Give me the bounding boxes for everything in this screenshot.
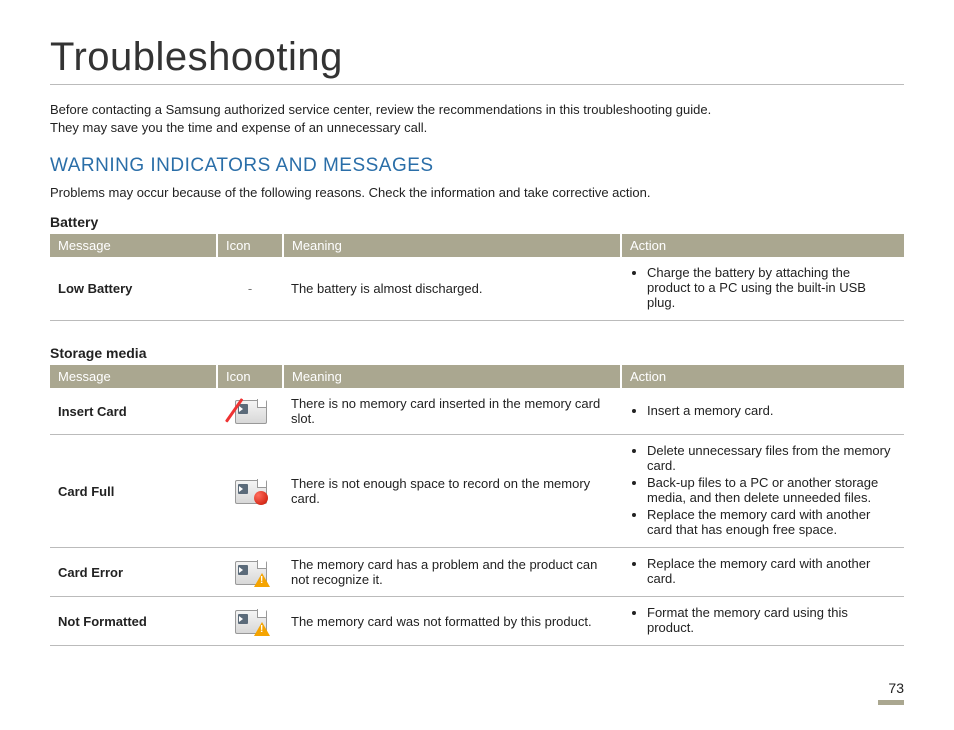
header-action: Action (621, 365, 904, 388)
action-item: Replace the memory card with another car… (647, 507, 896, 537)
cell-message: Card Full (50, 435, 217, 548)
cell-meaning: There is no memory card inserted in the … (283, 388, 621, 435)
cell-message: Insert Card (50, 388, 217, 435)
cell-action: Charge the battery by attaching the prod… (621, 257, 904, 321)
title-rule (50, 84, 904, 85)
cell-message: Low Battery (50, 257, 217, 321)
intro-text: Before contacting a Samsung authorized s… (50, 101, 904, 137)
section-heading: WARNING INDICATORS AND MESSAGES (50, 155, 904, 177)
cell-icon: - (217, 257, 283, 321)
sd-card-warn-icon (235, 610, 265, 632)
page-number-bar (878, 700, 904, 705)
cell-action: Insert a memory card. (621, 388, 904, 435)
header-message: Message (50, 365, 217, 388)
header-action: Action (621, 234, 904, 257)
cell-meaning: The memory card was not formatted by thi… (283, 597, 621, 646)
cell-icon (217, 548, 283, 597)
table-header-row: Message Icon Meaning Action (50, 365, 904, 388)
header-message: Message (50, 234, 217, 257)
cell-action: Replace the memory card with another car… (621, 548, 904, 597)
table-row: Card Error The memory card has a problem… (50, 548, 904, 597)
table-row: Insert Card There is no memory card inse… (50, 388, 904, 435)
sd-card-full-icon (235, 480, 265, 502)
page-number: 73 (878, 680, 904, 705)
table-row: Not Formatted The memory card was not fo… (50, 597, 904, 646)
header-icon: Icon (217, 234, 283, 257)
cell-action: Delete unnecessary files from the memory… (621, 435, 904, 548)
action-item: Delete unnecessary files from the memory… (647, 443, 896, 473)
battery-subhead: Battery (50, 214, 904, 230)
cell-meaning: The battery is almost discharged. (283, 257, 621, 321)
intro-line-1: Before contacting a Samsung authorized s… (50, 102, 711, 117)
page-title: Troubleshooting (50, 35, 904, 80)
action-item: Charge the battery by attaching the prod… (647, 265, 896, 310)
header-icon: Icon (217, 365, 283, 388)
table-row: Card Full There is not enough space to r… (50, 435, 904, 548)
cell-icon (217, 435, 283, 548)
sd-card-error-icon (235, 561, 265, 583)
cell-icon (217, 597, 283, 646)
cell-meaning: The memory card has a problem and the pr… (283, 548, 621, 597)
battery-table: Message Icon Meaning Action Low Battery … (50, 234, 904, 321)
intro-line-2: They may save you the time and expense o… (50, 120, 427, 135)
header-meaning: Meaning (283, 234, 621, 257)
cell-icon (217, 388, 283, 435)
table-header-row: Message Icon Meaning Action (50, 234, 904, 257)
action-item: Replace the memory card with another car… (647, 556, 896, 586)
storage-subhead: Storage media (50, 345, 904, 361)
cell-action: Format the memory card using this produc… (621, 597, 904, 646)
section-text: Problems may occur because of the follow… (50, 185, 904, 200)
cell-message: Not Formatted (50, 597, 217, 646)
action-item: Insert a memory card. (647, 403, 896, 418)
table-row: Low Battery - The battery is almost disc… (50, 257, 904, 321)
cell-message: Card Error (50, 548, 217, 597)
storage-table: Message Icon Meaning Action Insert Card … (50, 365, 904, 646)
action-item: Format the memory card using this produc… (647, 605, 896, 635)
action-item: Back-up files to a PC or another storage… (647, 475, 896, 505)
sd-card-slash-icon (235, 400, 265, 422)
page-number-value: 73 (888, 680, 904, 698)
header-meaning: Meaning (283, 365, 621, 388)
cell-meaning: There is not enough space to record on t… (283, 435, 621, 548)
